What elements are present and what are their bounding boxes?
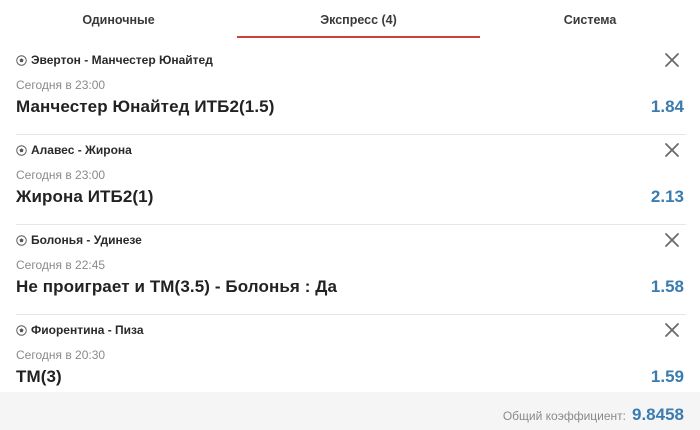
match-name: Эвертон - Манчестер Юнайтед [31,53,213,67]
tab-label: Одиночные [82,13,155,27]
tab-label: Система [563,13,617,27]
match-name: Болонья - Удинезе [31,233,142,247]
bet-slip: Одиночные Экспресс (4) Система Эвертон -… [0,0,700,430]
bet-list: Эвертон - Манчестер Юнайтед Сегодня в 23… [16,45,686,404]
bet-odds: 1.84 [650,97,684,116]
bet-selection: Жирона ИТБ2(1) [16,187,154,206]
tab-label: Экспресс (4) [320,13,397,27]
soccer-ball-icon [16,324,27,336]
bet-item: Алавес - Жирона Сегодня в 23:00 Жирона И… [16,135,686,225]
active-tab-indicator [237,36,480,38]
tab-single[interactable]: Одиночные [0,0,237,40]
bet-selection: ТМ(3) [16,367,62,386]
match-header: Болонья - Удинезе [16,233,142,247]
bet-selection: Не проиграет и ТМ(3.5) - Болонья : Да [16,277,338,296]
close-icon[interactable] [664,322,680,338]
bet-odds: 2.13 [650,187,684,206]
total-odds-bar: Общий коэффициент: 9.8458 [0,392,700,430]
close-icon[interactable] [664,142,680,158]
match-time: Сегодня в 20:30 [16,348,106,362]
match-name: Алавес - Жирона [31,143,132,157]
match-time: Сегодня в 23:00 [16,168,106,182]
match-header: Фиорентина - Пиза [16,323,144,337]
match-name: Фиорентина - Пиза [31,323,144,337]
tab-express[interactable]: Экспресс (4) [237,0,480,40]
tab-system[interactable]: Система [480,0,700,40]
bet-type-tabs: Одиночные Экспресс (4) Система [0,0,700,40]
close-icon[interactable] [664,232,680,248]
match-header: Алавес - Жирона [16,143,132,157]
soccer-ball-icon [16,234,27,246]
bet-item: Болонья - Удинезе Сегодня в 22:45 Не про… [16,225,686,315]
bet-item: Эвертон - Манчестер Юнайтед Сегодня в 23… [16,45,686,135]
match-time: Сегодня в 23:00 [16,78,106,92]
soccer-ball-icon [16,54,27,66]
total-odds-label: Общий коэффициент: [502,409,626,423]
bet-odds: 1.59 [650,367,684,386]
bet-odds: 1.58 [650,277,684,296]
bet-selection: Манчестер Юнайтед ИТБ2(1.5) [16,97,275,116]
match-header: Эвертон - Манчестер Юнайтед [16,53,213,67]
soccer-ball-icon [16,144,27,156]
bet-item: Фиорентина - Пиза Сегодня в 20:30 ТМ(3) … [16,315,686,404]
close-icon[interactable] [664,52,680,68]
total-odds-value: 9.8458 [632,405,684,424]
match-time: Сегодня в 22:45 [16,258,106,272]
